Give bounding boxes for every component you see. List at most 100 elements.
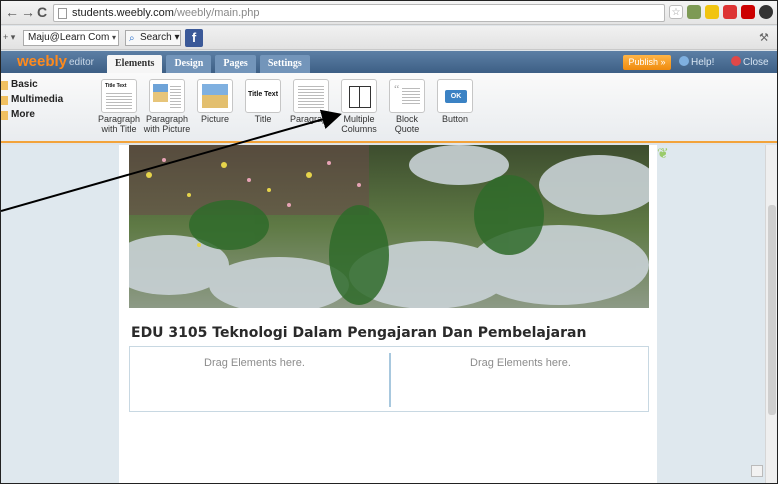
- folder-icon: [1, 96, 8, 105]
- element-label: Block Quote: [394, 114, 420, 134]
- star-icon[interactable]: ☆: [669, 5, 683, 19]
- text-lines-icon: [298, 84, 324, 108]
- garden-photo-icon: [129, 145, 649, 308]
- help-label: Help!: [691, 57, 715, 68]
- picture-icon: [202, 84, 228, 108]
- text-lines-icon: [402, 86, 420, 106]
- browser-toolbar: + ▾ Maju@Learn Com ▾ ⌕ Search ▾ f ⚒: [1, 26, 777, 50]
- element-label: Paragraph: [145, 114, 189, 124]
- url-host: students.weebly.com: [72, 7, 174, 19]
- close-button[interactable]: Close: [731, 55, 769, 70]
- gmail-icon[interactable]: [723, 5, 737, 19]
- logo-subtitle: editor: [69, 57, 95, 68]
- publish-button[interactable]: Publish »: [623, 55, 671, 70]
- screenshot-frame: ← → C students.weebly.com/weebly/main.ph…: [0, 0, 778, 484]
- resize-corner-icon[interactable]: [751, 465, 763, 477]
- text-lines-icon: [106, 91, 132, 109]
- page-content: EDU 3105 Teknologi Dalam Pengajaran Dan …: [119, 145, 657, 483]
- wrench-icon[interactable]: ⚒: [759, 31, 769, 44]
- tab-settings[interactable]: Settings: [259, 55, 310, 73]
- folder-icon: [1, 81, 8, 90]
- page-background-right: [657, 145, 765, 483]
- title-thumbnail: Title Text: [245, 79, 281, 113]
- header-photo[interactable]: [129, 145, 649, 308]
- multiple-columns-thumbnail: [341, 79, 377, 113]
- column-divider-handle[interactable]: [389, 353, 391, 407]
- account-select[interactable]: Maju@Learn Com ▾: [23, 30, 119, 46]
- palette-categories: Basic Multimedia More: [1, 79, 91, 124]
- extension-icon[interactable]: [705, 5, 719, 19]
- search-label: Search: [140, 32, 172, 43]
- editor-bar: weebly editor Elements Design Pages Sett…: [1, 51, 777, 73]
- element-multiple-columns[interactable]: Multiple Columns: [335, 75, 383, 134]
- block-quote-thumbnail: “: [389, 79, 425, 113]
- folder-icon: [1, 111, 8, 120]
- columns-icon: [349, 86, 371, 108]
- thumb-title-text: Title Text: [105, 83, 127, 89]
- category-label: More: [11, 109, 35, 120]
- editor-tabs: Elements Design Pages Settings: [107, 55, 310, 73]
- page-background-left: [1, 145, 119, 483]
- url-path: /weebly/main.php: [173, 7, 260, 19]
- paragraph-with-title-thumbnail: Title Text: [101, 79, 137, 113]
- help-button[interactable]: Help!: [679, 55, 714, 70]
- leaf-decoration-icon: ❦: [657, 145, 669, 161]
- close-label: Close: [743, 57, 769, 68]
- element-label: Multiple: [343, 114, 375, 124]
- button-thumbnail: OK: [437, 79, 473, 113]
- extension-icon[interactable]: [741, 5, 755, 19]
- thumb-title-text: Title Text: [247, 91, 279, 98]
- tab-design[interactable]: Design: [166, 55, 212, 73]
- page-title[interactable]: EDU 3105 Teknologi Dalam Pengajaran Dan …: [131, 325, 586, 341]
- category-multimedia[interactable]: Multimedia: [1, 94, 91, 109]
- picture-icon: [153, 84, 168, 102]
- element-label: Paragraph: [289, 114, 333, 124]
- tab-elements[interactable]: Elements: [107, 55, 163, 73]
- element-label: Picture: [200, 114, 229, 124]
- drop-zone-right[interactable]: Drag Elements here.: [470, 357, 571, 369]
- picture-thumbnail: [197, 79, 233, 113]
- category-more[interactable]: More: [1, 109, 91, 124]
- text-lines-icon: [170, 84, 181, 108]
- element-label: Title: [254, 114, 272, 124]
- scrollbar-thumb[interactable]: [768, 205, 776, 415]
- search-icon: ⌕: [129, 33, 135, 44]
- page-icon: [58, 8, 67, 19]
- element-label: with Title: [101, 124, 137, 134]
- paragraph-thumbnail: [293, 79, 329, 113]
- element-paragraph-with-title[interactable]: Title Text Paragraph with Title: [95, 75, 143, 134]
- reload-icon[interactable]: C: [37, 5, 47, 19]
- element-button[interactable]: OK Button: [431, 75, 479, 124]
- back-arrow-icon[interactable]: ←: [5, 5, 19, 19]
- forward-arrow-icon[interactable]: →: [21, 5, 35, 19]
- ok-button-icon: OK: [445, 90, 467, 103]
- element-title[interactable]: Title Text Title: [239, 75, 287, 124]
- account-value: Maju@Learn Com: [28, 32, 110, 43]
- extension-icon[interactable]: [687, 5, 701, 19]
- element-paragraph-with-picture[interactable]: Paragraph with Picture: [143, 75, 191, 134]
- extension-icons: ☆ ✎ ╱ ≡: [669, 5, 777, 21]
- facebook-icon[interactable]: f: [185, 29, 203, 47]
- url-field[interactable]: students.weebly.com/weebly/main.php: [53, 4, 665, 22]
- close-icon: [731, 56, 741, 66]
- drop-zone-left[interactable]: Drag Elements here.: [204, 357, 305, 369]
- extension-icon[interactable]: [759, 5, 773, 19]
- quote-icon: “: [394, 82, 400, 96]
- paragraph-with-picture-thumbnail: [149, 79, 185, 113]
- element-label: with Picture: [143, 124, 191, 134]
- page-scrollbar[interactable]: [765, 145, 777, 483]
- tab-pages[interactable]: Pages: [215, 55, 256, 73]
- category-basic[interactable]: Basic: [1, 79, 91, 94]
- element-picture[interactable]: Picture: [191, 75, 239, 124]
- weebly-logo: weebly: [17, 53, 68, 70]
- element-label: Paragraph: [97, 114, 141, 124]
- browser-address-bar: ← → C students.weebly.com/weebly/main.ph…: [1, 1, 777, 25]
- element-paragraph[interactable]: Paragraph: [287, 75, 335, 124]
- search-button[interactable]: ⌕ Search ▾: [125, 30, 181, 46]
- element-label: Columns: [341, 124, 377, 134]
- category-label: Basic: [11, 79, 38, 90]
- element-block-quote[interactable]: “ Block Quote: [383, 75, 431, 134]
- help-icon: [679, 56, 689, 66]
- element-label: Button: [441, 114, 469, 124]
- multiple-columns-block[interactable]: Drag Elements here. Drag Elements here.: [129, 346, 649, 412]
